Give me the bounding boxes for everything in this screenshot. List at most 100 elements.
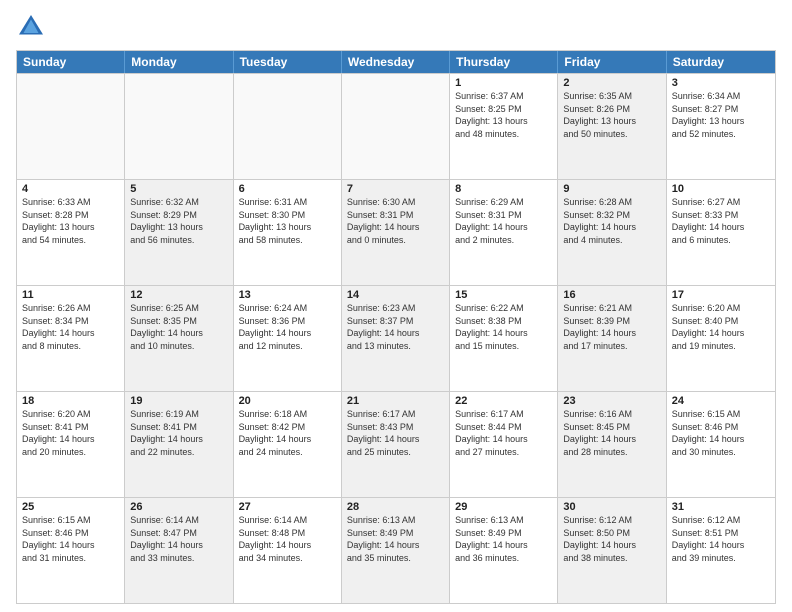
day-number: 17: [672, 289, 770, 301]
day-cell-20: 20Sunrise: 6:18 AM Sunset: 8:42 PM Dayli…: [234, 392, 342, 497]
day-number: 23: [563, 395, 660, 407]
calendar: SundayMondayTuesdayWednesdayThursdayFrid…: [16, 50, 776, 604]
empty-cell: [17, 74, 125, 179]
day-number: 7: [347, 183, 444, 195]
day-number: 30: [563, 501, 660, 513]
day-number: 27: [239, 501, 336, 513]
day-number: 15: [455, 289, 552, 301]
cell-info: Sunrise: 6:33 AM Sunset: 8:28 PM Dayligh…: [22, 196, 119, 246]
header-day-thursday: Thursday: [450, 51, 558, 73]
day-number: 14: [347, 289, 444, 301]
calendar-row-2: 11Sunrise: 6:26 AM Sunset: 8:34 PM Dayli…: [17, 285, 775, 391]
calendar-header: SundayMondayTuesdayWednesdayThursdayFrid…: [17, 51, 775, 73]
day-cell-28: 28Sunrise: 6:13 AM Sunset: 8:49 PM Dayli…: [342, 498, 450, 603]
day-cell-19: 19Sunrise: 6:19 AM Sunset: 8:41 PM Dayli…: [125, 392, 233, 497]
calendar-body: 1Sunrise: 6:37 AM Sunset: 8:25 PM Daylig…: [17, 73, 775, 603]
header-day-wednesday: Wednesday: [342, 51, 450, 73]
day-number: 4: [22, 183, 119, 195]
cell-info: Sunrise: 6:15 AM Sunset: 8:46 PM Dayligh…: [672, 408, 770, 458]
day-cell-13: 13Sunrise: 6:24 AM Sunset: 8:36 PM Dayli…: [234, 286, 342, 391]
day-cell-29: 29Sunrise: 6:13 AM Sunset: 8:49 PM Dayli…: [450, 498, 558, 603]
day-cell-15: 15Sunrise: 6:22 AM Sunset: 8:38 PM Dayli…: [450, 286, 558, 391]
header-day-sunday: Sunday: [17, 51, 125, 73]
day-number: 25: [22, 501, 119, 513]
day-cell-10: 10Sunrise: 6:27 AM Sunset: 8:33 PM Dayli…: [667, 180, 775, 285]
cell-info: Sunrise: 6:34 AM Sunset: 8:27 PM Dayligh…: [672, 90, 770, 140]
day-number: 13: [239, 289, 336, 301]
day-number: 3: [672, 77, 770, 89]
cell-info: Sunrise: 6:20 AM Sunset: 8:41 PM Dayligh…: [22, 408, 119, 458]
day-cell-12: 12Sunrise: 6:25 AM Sunset: 8:35 PM Dayli…: [125, 286, 233, 391]
calendar-row-3: 18Sunrise: 6:20 AM Sunset: 8:41 PM Dayli…: [17, 391, 775, 497]
calendar-row-0: 1Sunrise: 6:37 AM Sunset: 8:25 PM Daylig…: [17, 73, 775, 179]
page: SundayMondayTuesdayWednesdayThursdayFrid…: [0, 0, 792, 612]
day-cell-5: 5Sunrise: 6:32 AM Sunset: 8:29 PM Daylig…: [125, 180, 233, 285]
cell-info: Sunrise: 6:25 AM Sunset: 8:35 PM Dayligh…: [130, 302, 227, 352]
day-number: 11: [22, 289, 119, 301]
day-cell-18: 18Sunrise: 6:20 AM Sunset: 8:41 PM Dayli…: [17, 392, 125, 497]
day-number: 9: [563, 183, 660, 195]
cell-info: Sunrise: 6:14 AM Sunset: 8:48 PM Dayligh…: [239, 514, 336, 564]
day-cell-16: 16Sunrise: 6:21 AM Sunset: 8:39 PM Dayli…: [558, 286, 666, 391]
cell-info: Sunrise: 6:19 AM Sunset: 8:41 PM Dayligh…: [130, 408, 227, 458]
day-cell-24: 24Sunrise: 6:15 AM Sunset: 8:46 PM Dayli…: [667, 392, 775, 497]
day-number: 12: [130, 289, 227, 301]
cell-info: Sunrise: 6:12 AM Sunset: 8:51 PM Dayligh…: [672, 514, 770, 564]
day-number: 20: [239, 395, 336, 407]
logo: [16, 12, 50, 42]
cell-info: Sunrise: 6:18 AM Sunset: 8:42 PM Dayligh…: [239, 408, 336, 458]
day-cell-31: 31Sunrise: 6:12 AM Sunset: 8:51 PM Dayli…: [667, 498, 775, 603]
header-day-tuesday: Tuesday: [234, 51, 342, 73]
cell-info: Sunrise: 6:15 AM Sunset: 8:46 PM Dayligh…: [22, 514, 119, 564]
day-cell-27: 27Sunrise: 6:14 AM Sunset: 8:48 PM Dayli…: [234, 498, 342, 603]
day-number: 26: [130, 501, 227, 513]
cell-info: Sunrise: 6:26 AM Sunset: 8:34 PM Dayligh…: [22, 302, 119, 352]
cell-info: Sunrise: 6:30 AM Sunset: 8:31 PM Dayligh…: [347, 196, 444, 246]
day-cell-23: 23Sunrise: 6:16 AM Sunset: 8:45 PM Dayli…: [558, 392, 666, 497]
day-cell-14: 14Sunrise: 6:23 AM Sunset: 8:37 PM Dayli…: [342, 286, 450, 391]
cell-info: Sunrise: 6:35 AM Sunset: 8:26 PM Dayligh…: [563, 90, 660, 140]
day-number: 2: [563, 77, 660, 89]
cell-info: Sunrise: 6:16 AM Sunset: 8:45 PM Dayligh…: [563, 408, 660, 458]
cell-info: Sunrise: 6:22 AM Sunset: 8:38 PM Dayligh…: [455, 302, 552, 352]
day-number: 18: [22, 395, 119, 407]
cell-info: Sunrise: 6:23 AM Sunset: 8:37 PM Dayligh…: [347, 302, 444, 352]
day-number: 1: [455, 77, 552, 89]
empty-cell: [234, 74, 342, 179]
cell-info: Sunrise: 6:29 AM Sunset: 8:31 PM Dayligh…: [455, 196, 552, 246]
cell-info: Sunrise: 6:17 AM Sunset: 8:43 PM Dayligh…: [347, 408, 444, 458]
day-cell-7: 7Sunrise: 6:30 AM Sunset: 8:31 PM Daylig…: [342, 180, 450, 285]
day-cell-2: 2Sunrise: 6:35 AM Sunset: 8:26 PM Daylig…: [558, 74, 666, 179]
day-number: 19: [130, 395, 227, 407]
day-number: 16: [563, 289, 660, 301]
cell-info: Sunrise: 6:20 AM Sunset: 8:40 PM Dayligh…: [672, 302, 770, 352]
empty-cell: [125, 74, 233, 179]
day-cell-9: 9Sunrise: 6:28 AM Sunset: 8:32 PM Daylig…: [558, 180, 666, 285]
day-cell-26: 26Sunrise: 6:14 AM Sunset: 8:47 PM Dayli…: [125, 498, 233, 603]
cell-info: Sunrise: 6:13 AM Sunset: 8:49 PM Dayligh…: [347, 514, 444, 564]
day-number: 10: [672, 183, 770, 195]
header: [16, 12, 776, 42]
day-number: 29: [455, 501, 552, 513]
day-number: 5: [130, 183, 227, 195]
day-number: 6: [239, 183, 336, 195]
day-cell-8: 8Sunrise: 6:29 AM Sunset: 8:31 PM Daylig…: [450, 180, 558, 285]
logo-icon: [16, 12, 46, 42]
cell-info: Sunrise: 6:27 AM Sunset: 8:33 PM Dayligh…: [672, 196, 770, 246]
cell-info: Sunrise: 6:13 AM Sunset: 8:49 PM Dayligh…: [455, 514, 552, 564]
day-cell-11: 11Sunrise: 6:26 AM Sunset: 8:34 PM Dayli…: [17, 286, 125, 391]
cell-info: Sunrise: 6:12 AM Sunset: 8:50 PM Dayligh…: [563, 514, 660, 564]
day-cell-1: 1Sunrise: 6:37 AM Sunset: 8:25 PM Daylig…: [450, 74, 558, 179]
cell-info: Sunrise: 6:32 AM Sunset: 8:29 PM Dayligh…: [130, 196, 227, 246]
cell-info: Sunrise: 6:24 AM Sunset: 8:36 PM Dayligh…: [239, 302, 336, 352]
cell-info: Sunrise: 6:28 AM Sunset: 8:32 PM Dayligh…: [563, 196, 660, 246]
day-cell-6: 6Sunrise: 6:31 AM Sunset: 8:30 PM Daylig…: [234, 180, 342, 285]
day-number: 21: [347, 395, 444, 407]
cell-info: Sunrise: 6:37 AM Sunset: 8:25 PM Dayligh…: [455, 90, 552, 140]
cell-info: Sunrise: 6:14 AM Sunset: 8:47 PM Dayligh…: [130, 514, 227, 564]
header-day-saturday: Saturday: [667, 51, 775, 73]
day-cell-3: 3Sunrise: 6:34 AM Sunset: 8:27 PM Daylig…: [667, 74, 775, 179]
day-cell-4: 4Sunrise: 6:33 AM Sunset: 8:28 PM Daylig…: [17, 180, 125, 285]
day-number: 31: [672, 501, 770, 513]
cell-info: Sunrise: 6:17 AM Sunset: 8:44 PM Dayligh…: [455, 408, 552, 458]
